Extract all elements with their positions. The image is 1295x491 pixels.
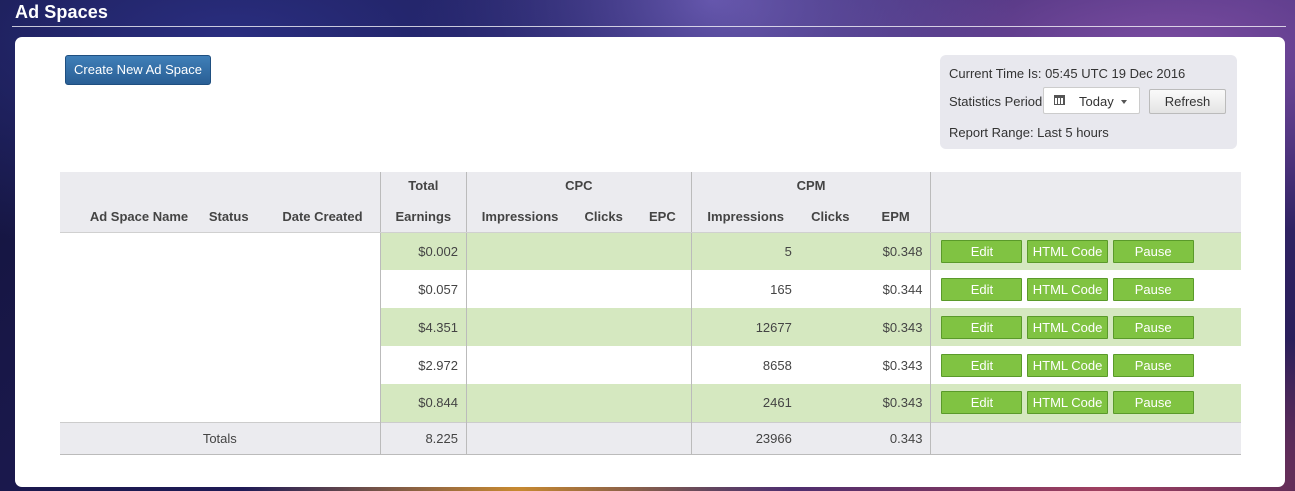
row-actions: Edit HTML Code Pause [930,308,1241,346]
redacted-cell [60,232,381,270]
main-panel: Create New Ad Space Current Time Is: 05:… [15,37,1285,487]
pause-button[interactable]: Pause [1112,239,1194,263]
column-cpm-clicks: Clicks [799,202,861,233]
epm-cell: $0.343 [860,308,931,346]
pause-button[interactable]: Pause [1112,315,1194,339]
column-cpc-impressions: Impressions [466,202,574,233]
column-earnings: Earnings [379,202,467,233]
redacted-cell [60,308,381,346]
earnings-cell: $0.844 [379,384,467,422]
column-status: Status [192,202,266,233]
pause-button[interactable]: Pause [1112,391,1194,415]
totals-epm: 0.343 [860,421,931,455]
table-row: $0.844 2461 $0.343 Edit HTML Code Pause [60,384,1241,422]
header-cpm: CPM [690,172,931,202]
report-range: Report Range: Last 5 hours [949,125,1109,140]
statistics-box: Current Time Is: 05:45 UTC 19 Dec 2016 S… [940,55,1237,149]
current-time: Current Time Is: 05:45 UTC 19 Dec 2016 [949,66,1186,81]
earnings-cell: $0.002 [379,232,467,270]
pause-button[interactable]: Pause [1112,277,1194,301]
cpm-impressions-cell: 12677 [690,308,800,346]
earnings-cell: $0.057 [379,270,467,308]
cpm-impressions-cell: 8658 [690,346,800,384]
column-ad-space-name: Ad Space Name [60,202,193,233]
statistics-period-value: Today [1079,94,1114,109]
epm-cell: $0.343 [860,384,931,422]
cpm-impressions-cell: 5 [690,232,800,270]
totals-cpm-impressions: 23966 [690,421,800,455]
header-cpc: CPC [466,172,692,202]
table-row: $0.002 5 $0.348 Edit HTML Code Pause [60,232,1241,270]
column-epc: EPC [634,202,692,233]
refresh-button[interactable]: Refresh [1149,89,1226,114]
redacted-cell [60,346,381,384]
caret-down-icon [1121,100,1127,104]
edit-button[interactable]: Edit [941,277,1023,301]
column-date-created: Date Created [265,202,381,233]
title-divider [12,26,1286,27]
row-actions: Edit HTML Code Pause [930,346,1241,384]
row-actions: Edit HTML Code Pause [930,270,1241,308]
cpm-impressions-cell: 2461 [690,384,800,422]
ad-spaces-table: Total CPC CPM Ad Space Name Status Date … [60,172,1241,455]
page-title: Ad Spaces [15,2,108,22]
edit-button[interactable]: Edit [941,315,1023,339]
totals-row: Totals 8.225 23966 0.343 [60,421,1241,455]
html-code-button[interactable]: HTML Code [1027,391,1109,415]
table-row: $0.057 165 $0.344 Edit HTML Code Pause [60,270,1241,308]
epm-cell: $0.343 [860,346,931,384]
column-cpm-impressions: Impressions [690,202,800,233]
html-code-button[interactable]: HTML Code [1027,239,1109,263]
html-code-button[interactable]: HTML Code [1027,353,1109,377]
row-actions: Edit HTML Code Pause [930,384,1241,422]
edit-button[interactable]: Edit [941,391,1023,415]
cpm-impressions-cell: 165 [690,270,800,308]
redacted-cell [60,270,381,308]
create-ad-space-button[interactable]: Create New Ad Space [65,55,211,85]
earnings-cell: $2.972 [379,346,467,384]
totals-label: Totals [60,421,381,455]
statistics-period-label: Statistics Period [949,94,1043,109]
column-cpc-clicks: Clicks [573,202,635,233]
statistics-period-dropdown[interactable]: Today [1043,87,1140,114]
totals-earnings: 8.225 [379,421,467,455]
edit-button[interactable]: Edit [941,353,1023,377]
edit-button[interactable]: Edit [941,239,1023,263]
calendar-icon [1054,95,1065,105]
redacted-cell [60,384,381,422]
header-total: Total [379,172,467,202]
html-code-button[interactable]: HTML Code [1027,277,1109,301]
earnings-cell: $4.351 [379,308,467,346]
pause-button[interactable]: Pause [1112,353,1194,377]
row-actions: Edit HTML Code Pause [930,232,1241,270]
epm-cell: $0.344 [860,270,931,308]
column-epm: EPM [860,202,931,233]
table-row: $4.351 12677 $0.343 Edit HTML Code Pause [60,308,1241,346]
epm-cell: $0.348 [860,232,931,270]
table-row: $2.972 8658 $0.343 Edit HTML Code Pause [60,346,1241,384]
html-code-button[interactable]: HTML Code [1027,315,1109,339]
